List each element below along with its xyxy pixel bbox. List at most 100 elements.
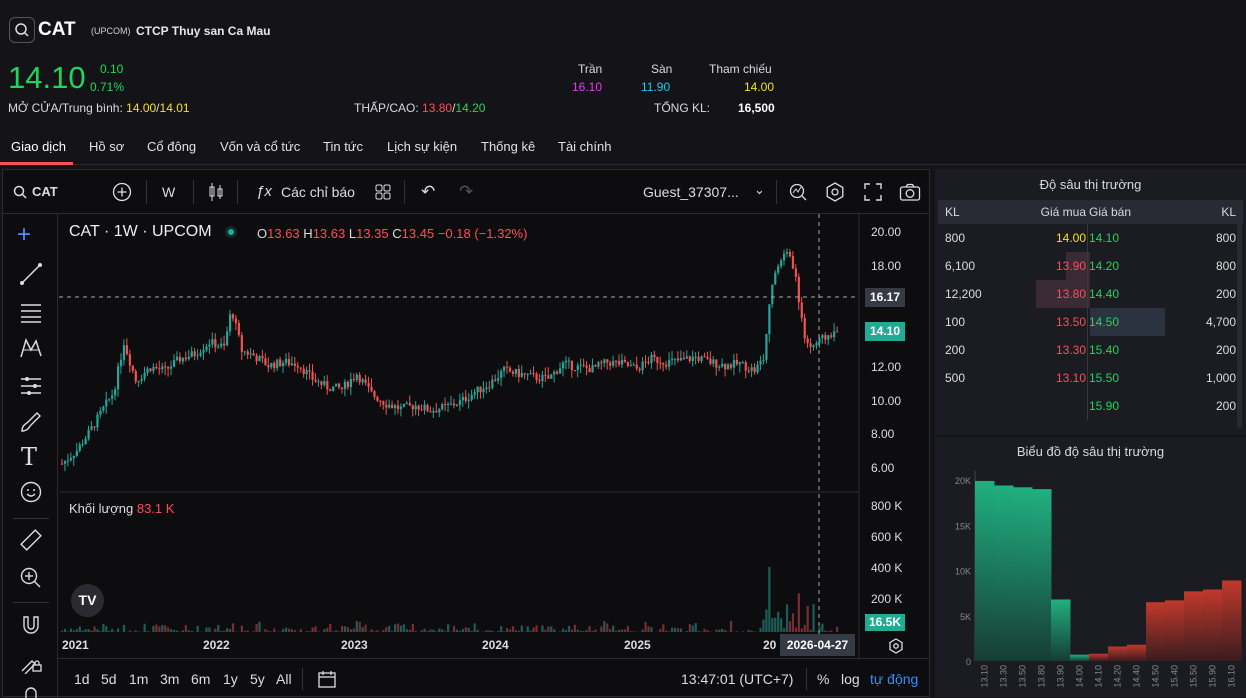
range-5y[interactable]: 5y — [250, 671, 265, 687]
range-1m[interactable]: 1m — [129, 671, 148, 687]
depth-row[interactable]: 6,10013.9014.20800 — [938, 252, 1243, 280]
candlestick-chart[interactable] — [59, 214, 929, 658]
range-all[interactable]: All — [276, 671, 292, 687]
candle-body — [603, 359, 605, 363]
add-symbol-icon[interactable] — [112, 182, 132, 202]
quick-search-icon[interactable] — [788, 182, 808, 202]
interval-button[interactable]: W — [162, 184, 175, 200]
depth-chart[interactable]: 20K15K10K5K013.1013.3013.5013.8013.9014.… — [935, 463, 1246, 697]
volume-bar — [703, 629, 705, 632]
volume-bar — [311, 628, 313, 632]
log-scale-toggle[interactable]: log — [841, 671, 860, 687]
tab-ho-so[interactable]: Hồ sơ — [89, 139, 124, 154]
volume-bar — [506, 628, 508, 632]
range-3m[interactable]: 3m — [160, 671, 179, 687]
volume-bar — [465, 627, 467, 632]
depth-row[interactable]: 12,20013.8014.40200 — [938, 280, 1243, 308]
pattern-icon[interactable] — [19, 336, 43, 360]
range-1d[interactable]: 1d — [74, 671, 90, 687]
fullscreen-icon[interactable] — [864, 183, 882, 201]
emoji-icon[interactable] — [19, 480, 43, 504]
volume-bar — [792, 613, 794, 632]
tab-tin-tuc[interactable]: Tin tức — [323, 139, 363, 154]
volume-bar — [748, 630, 750, 632]
depth-row[interactable]: 80014.0014.10800 — [938, 224, 1243, 252]
text-tool-icon[interactable]: T — [21, 443, 37, 471]
volume-bar — [385, 627, 387, 632]
volume-bar — [680, 628, 682, 632]
ask-price: 15.90 — [1089, 399, 1119, 413]
search-icon[interactable] — [13, 185, 27, 199]
trend-line-icon[interactable] — [19, 262, 43, 286]
volume-bar — [471, 631, 473, 632]
lock-drawing-icon[interactable] — [19, 650, 43, 674]
axis-settings-icon[interactable] — [888, 638, 904, 654]
magnet-icon[interactable] — [19, 614, 43, 638]
auto-scale-toggle[interactable]: tự động — [870, 671, 918, 687]
depth-row[interactable]: 15.90200 — [938, 392, 1243, 420]
tab-lich-su-kien[interactable]: Lịch sự kiện — [387, 139, 457, 154]
prediction-icon[interactable] — [19, 374, 43, 398]
tradingview-logo[interactable]: TV — [71, 584, 104, 617]
layout-grid-icon[interactable] — [375, 184, 391, 200]
range-1y[interactable]: 1y — [223, 671, 238, 687]
lock-icon[interactable] — [19, 684, 43, 698]
candle-body — [144, 373, 146, 379]
zoom-in-icon[interactable] — [19, 566, 43, 590]
range-5d[interactable]: 5d — [101, 671, 117, 687]
tab-thong-ke[interactable]: Thống kê — [481, 139, 535, 154]
depth-scrollbar[interactable] — [1237, 213, 1242, 428]
user-layout-menu[interactable]: Guest_37307... — [643, 184, 739, 200]
volume-bar — [827, 631, 829, 632]
chevron-down-icon[interactable]: ⌄ — [754, 182, 765, 198]
tab-von-co-tuc[interactable]: Vốn và cổ tức — [220, 139, 300, 154]
volume-bar — [256, 624, 258, 632]
tab-giao-dich[interactable]: Giao dịch — [11, 139, 66, 154]
ruler-icon[interactable] — [19, 528, 43, 552]
tab-tai-chinh[interactable]: Tài chính — [558, 139, 611, 154]
volume-bar — [674, 628, 676, 632]
fx-icon[interactable]: ƒx — [256, 183, 272, 200]
volume-bar — [146, 631, 148, 632]
camera-icon[interactable] — [899, 183, 921, 201]
search-button[interactable] — [9, 17, 35, 43]
percent-scale-toggle[interactable]: % — [817, 671, 829, 687]
volume-bar — [164, 625, 166, 632]
goto-date-icon[interactable] — [317, 669, 337, 689]
volume-bar — [350, 629, 352, 632]
volume-bar — [400, 626, 402, 632]
indicators-button[interactable]: Các chỉ báo — [281, 184, 355, 200]
fib-retracement-icon[interactable] — [19, 300, 43, 324]
volume-bar — [429, 629, 431, 632]
tab-co-dong[interactable]: Cổ đông — [147, 139, 196, 154]
candle-body — [155, 367, 157, 368]
low-label: L — [349, 226, 356, 241]
volume-bar — [323, 629, 325, 632]
candle-body — [739, 362, 741, 364]
depth-row[interactable]: 20013.3015.40200 — [938, 336, 1243, 364]
volume-bar — [294, 630, 296, 632]
redo-icon[interactable]: ↷ — [459, 182, 473, 202]
depth-row[interactable]: 50013.1015.501,000 — [938, 364, 1243, 392]
clock-timezone[interactable]: 13:47:01 (UTC+7) — [681, 671, 793, 687]
volume-bar — [609, 629, 611, 632]
chart-symbol-input[interactable]: CAT — [32, 184, 58, 199]
depth-row[interactable]: 10013.5014.504,700 — [938, 308, 1243, 336]
volume-bar — [444, 631, 446, 632]
range-6m[interactable]: 6m — [191, 671, 210, 687]
brush-icon[interactable] — [19, 410, 43, 434]
candle-body — [686, 356, 688, 358]
candle-body — [409, 403, 411, 405]
volume-bar — [309, 631, 311, 632]
volume-bar — [777, 612, 779, 632]
crosshair-icon[interactable]: + — [17, 221, 31, 249]
volume-bar — [783, 628, 785, 632]
volume-bar — [583, 631, 585, 632]
toolbar-divider — [13, 518, 49, 519]
volume-bar — [306, 631, 308, 632]
candle-body — [232, 314, 234, 318]
depth-y-tick: 15K — [955, 521, 971, 531]
candle-type-icon[interactable] — [207, 182, 225, 202]
settings-icon[interactable] — [825, 182, 845, 202]
undo-icon[interactable]: ↶ — [421, 182, 435, 202]
